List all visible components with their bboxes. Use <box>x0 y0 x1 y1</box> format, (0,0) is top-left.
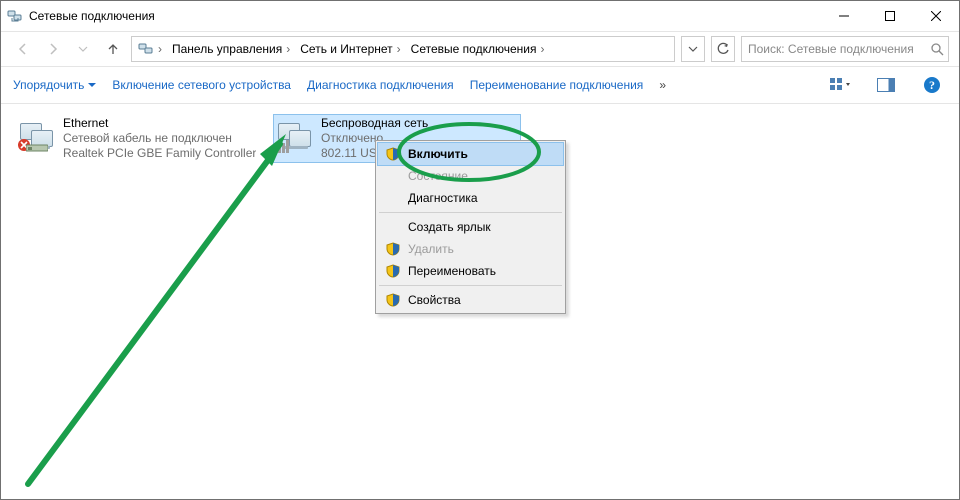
chevron-right-icon: › <box>286 42 290 56</box>
connection-name: Ethernet <box>63 116 256 131</box>
network-connections-icon <box>138 41 154 57</box>
rename-label: Переименование подключения <box>470 78 644 92</box>
content-area[interactable]: Ethernet Сетевой кабель не подключен Rea… <box>1 104 959 500</box>
context-menu-separator <box>379 285 562 286</box>
minimize-icon <box>839 11 849 21</box>
shield-icon <box>386 293 400 307</box>
breadcrumb-label: Сетевые подключения <box>411 42 537 56</box>
more-commands[interactable]: » <box>659 78 666 92</box>
chevron-down-icon <box>78 44 88 54</box>
nav-row: › Панель управления › Сеть и Интернет › … <box>1 31 959 66</box>
close-button[interactable] <box>913 1 959 31</box>
chevron-down-icon <box>688 44 698 54</box>
context-menu-separator <box>379 212 562 213</box>
context-menu: Включить Состояние Диагностика Создать я… <box>375 140 566 314</box>
breadcrumb[interactable]: Панель управления › <box>168 37 294 61</box>
shield-icon <box>386 264 400 278</box>
shield-icon <box>386 242 400 256</box>
maximize-button[interactable] <box>867 1 913 31</box>
signal-bars-icon <box>274 139 292 153</box>
context-menu-label: Удалить <box>408 242 454 256</box>
arrow-up-icon <box>105 41 121 57</box>
context-menu-item-delete: Удалить <box>378 238 563 260</box>
window-title: Сетевые подключения <box>29 9 155 23</box>
address-dropdown-button[interactable] <box>681 36 705 62</box>
view-thumbnails-icon <box>830 78 850 92</box>
diagnose-label: Диагностика подключения <box>307 78 454 92</box>
breadcrumb-label: Панель управления <box>172 42 282 56</box>
context-menu-item-create-shortcut[interactable]: Создать ярлык <box>378 216 563 238</box>
breadcrumb[interactable]: Сетевые подключения › <box>407 37 549 61</box>
connection-item-ethernet[interactable]: Ethernet Сетевой кабель не подключен Rea… <box>15 114 263 163</box>
context-menu-item-diagnose[interactable]: Диагностика <box>378 187 563 209</box>
chevron-right-icon: › <box>397 42 401 56</box>
search-input[interactable] <box>746 41 930 57</box>
maximize-icon <box>885 11 895 21</box>
ethernet-icon <box>17 116 57 156</box>
close-icon <box>931 11 941 21</box>
help-button[interactable]: ? <box>917 74 947 96</box>
context-menu-label: Свойства <box>408 293 461 307</box>
context-menu-item-properties[interactable]: Свойства <box>378 289 563 311</box>
svg-text:?: ? <box>929 78 935 92</box>
window-controls <box>821 1 959 31</box>
context-menu-item-enable[interactable]: Включить <box>377 142 564 166</box>
enable-device-label: Включение сетевого устройства <box>112 78 291 92</box>
wireless-icon <box>275 116 315 156</box>
connection-name: Беспроводная сеть <box>321 116 428 131</box>
breadcrumb-root[interactable]: › <box>134 37 166 61</box>
connection-adapter: Realtek PCIe GBE Family Controller <box>63 146 256 161</box>
enable-device-command[interactable]: Включение сетевого устройства <box>112 78 291 92</box>
arrow-left-icon <box>15 41 31 57</box>
back-button[interactable] <box>11 37 35 61</box>
preview-pane-button[interactable] <box>871 74 901 96</box>
network-connections-icon <box>7 8 23 24</box>
context-menu-label: Переименовать <box>408 264 496 278</box>
nic-icon <box>26 143 48 153</box>
command-bar: Упорядочить Включение сетевого устройств… <box>1 66 959 104</box>
search-icon <box>930 42 944 56</box>
organize-label: Упорядочить <box>13 78 84 92</box>
rename-command[interactable]: Переименование подключения <box>470 78 644 92</box>
context-menu-label: Состояние <box>408 169 468 183</box>
context-menu-label: Создать ярлык <box>408 220 491 234</box>
connection-status: Сетевой кабель не подключен <box>63 131 256 146</box>
caret-down-icon <box>88 81 96 89</box>
minimize-button[interactable] <box>821 1 867 31</box>
context-menu-item-rename[interactable]: Переименовать <box>378 260 563 282</box>
breadcrumb[interactable]: Сеть и Интернет › <box>296 37 404 61</box>
view-options-button[interactable] <box>825 74 855 96</box>
forward-button[interactable] <box>41 37 65 61</box>
diagnose-command[interactable]: Диагностика подключения <box>307 78 454 92</box>
recent-button[interactable] <box>71 37 95 61</box>
arrow-right-icon <box>45 41 61 57</box>
refresh-button[interactable] <box>711 36 735 62</box>
window: Сетевые подключения <box>0 0 960 500</box>
address-bar[interactable]: › Панель управления › Сеть и Интернет › … <box>131 36 675 62</box>
up-button[interactable] <box>101 37 125 61</box>
chevron-right-icon: › <box>540 42 544 56</box>
context-menu-label: Включить <box>408 147 468 161</box>
chevron-right-icon: › <box>158 42 162 56</box>
context-menu-item-status: Состояние <box>378 165 563 187</box>
help-icon: ? <box>923 76 941 94</box>
context-menu-label: Диагностика <box>408 191 478 205</box>
titlebar: Сетевые подключения <box>1 1 959 31</box>
refresh-icon <box>716 42 730 56</box>
preview-pane-icon <box>877 78 895 92</box>
organize-menu[interactable]: Упорядочить <box>13 78 96 92</box>
shield-icon <box>386 147 400 161</box>
search-box[interactable] <box>741 36 949 62</box>
breadcrumb-label: Сеть и Интернет <box>300 42 392 56</box>
